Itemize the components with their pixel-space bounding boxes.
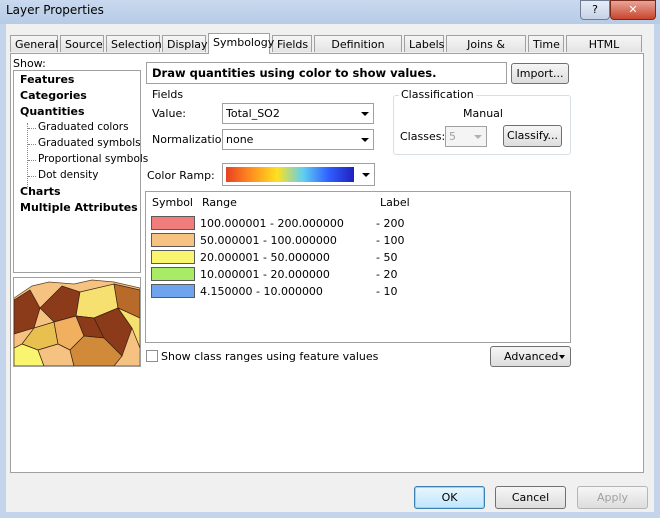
- range-cell: 4.150000 - 10.000000: [200, 285, 323, 298]
- value-label: Value:: [152, 107, 186, 120]
- show-label: Show:: [13, 57, 46, 70]
- advanced-button[interactable]: Advanced: [490, 346, 571, 367]
- table-row[interactable]: 10.000001 - 20.000000 - 20: [146, 266, 570, 283]
- tree-item-graduated-symbols[interactable]: Graduated symbols: [28, 137, 141, 149]
- title-bar: Layer Properties ? ✕: [0, 0, 660, 24]
- close-button[interactable]: ✕: [610, 0, 656, 20]
- normalization-label: Normalization:: [152, 133, 233, 146]
- chevron-down-icon: [361, 138, 369, 142]
- table-row[interactable]: 20.000001 - 50.000000 - 50: [146, 249, 570, 266]
- show-class-ranges-label: Show class ranges using feature values: [161, 350, 379, 363]
- color-ramp-label: Color Ramp:: [147, 169, 215, 182]
- renderer-preview-map: [13, 277, 141, 367]
- tree-item-proportional-symbols[interactable]: Proportional symbols: [27, 153, 148, 165]
- symbol-swatch[interactable]: [151, 284, 195, 298]
- tree-item-quantities[interactable]: Quantities: [20, 105, 85, 118]
- value-field-select[interactable]: Total_SO2: [222, 103, 374, 124]
- table-row[interactable]: 100.000001 - 200.000000 - 200: [146, 215, 570, 232]
- apply-button[interactable]: Apply: [577, 486, 648, 509]
- tab-source[interactable]: Source: [60, 35, 104, 52]
- classify-button[interactable]: Classify...: [503, 125, 562, 147]
- tree-item-charts[interactable]: Charts: [20, 185, 61, 198]
- tab-general[interactable]: General: [10, 35, 58, 52]
- label-cell: - 100: [376, 234, 405, 247]
- fields-group-label: Fields: [152, 88, 184, 101]
- range-cell: 50.000001 - 100.000000: [200, 234, 337, 247]
- tree-item-categories[interactable]: Categories: [20, 89, 87, 102]
- range-cell: 10.000001 - 20.000000: [200, 268, 330, 281]
- tree-item-multiple-attributes[interactable]: Multiple Attributes: [20, 201, 138, 214]
- column-header-label[interactable]: Label: [380, 196, 410, 209]
- table-row[interactable]: 50.000001 - 100.000000 - 100: [146, 232, 570, 249]
- import-button[interactable]: Import...: [511, 63, 569, 84]
- renderer-description: Draw quantities using color to show valu…: [146, 62, 507, 84]
- symbol-swatch[interactable]: [151, 233, 195, 247]
- layer-properties-window: Layer Properties ? ✕ General Source Sele…: [0, 0, 660, 518]
- classes-label: Classes:: [400, 130, 446, 143]
- tab-labels[interactable]: Labels: [404, 35, 444, 52]
- classes-count-select[interactable]: 5: [445, 126, 487, 147]
- classification-group-label: Classification: [399, 88, 476, 101]
- classes-count-text: 5: [449, 130, 456, 143]
- tab-html-popup[interactable]: HTML Popup: [566, 35, 642, 68]
- advanced-button-label: Advanced: [504, 350, 559, 363]
- symbol-swatch[interactable]: [151, 250, 195, 264]
- classification-method: Manual: [463, 107, 503, 120]
- chevron-down-icon: [361, 112, 369, 116]
- label-cell: - 10: [376, 285, 398, 298]
- help-button[interactable]: ?: [580, 0, 610, 20]
- chevron-down-icon: [559, 355, 565, 359]
- label-cell: - 20: [376, 268, 398, 281]
- tab-selection[interactable]: Selection: [106, 35, 162, 52]
- chevron-down-icon: [362, 173, 370, 177]
- normalization-field-text: none: [226, 133, 254, 146]
- color-ramp-select[interactable]: [222, 163, 375, 186]
- column-header-range[interactable]: Range: [202, 196, 237, 209]
- value-field-text: Total_SO2: [226, 107, 280, 120]
- tree-item-dot-density[interactable]: Dot density: [27, 169, 98, 181]
- table-row[interactable]: 4.150000 - 10.000000 - 10: [146, 283, 570, 300]
- symbol-swatch[interactable]: [151, 216, 195, 230]
- class-breaks-table: Symbol Range Label 100.000001 - 200.0000…: [145, 191, 571, 343]
- cancel-button[interactable]: Cancel: [495, 486, 566, 509]
- tree-item-graduated-colors[interactable]: Graduated colors: [28, 121, 129, 133]
- range-cell: 100.000001 - 200.000000: [200, 217, 344, 230]
- normalization-field-select[interactable]: none: [222, 129, 374, 150]
- label-cell: - 50: [376, 251, 398, 264]
- tree-item-features[interactable]: Features: [20, 73, 74, 86]
- tab-display[interactable]: Display: [162, 35, 208, 52]
- ok-button[interactable]: OK: [414, 486, 485, 509]
- column-header-symbol[interactable]: Symbol: [152, 196, 193, 209]
- tab-joins-relates[interactable]: Joins & Relates: [446, 35, 526, 68]
- tab-definition-query[interactable]: Definition Query: [314, 35, 402, 68]
- tab-symbology[interactable]: Symbology: [208, 33, 274, 54]
- window-title: Layer Properties: [6, 3, 104, 17]
- label-cell: - 200: [376, 217, 405, 230]
- show-class-ranges-checkbox[interactable]: [146, 350, 158, 362]
- chevron-down-icon: [474, 135, 482, 139]
- tab-time[interactable]: Time: [528, 35, 564, 52]
- symbol-swatch[interactable]: [151, 267, 195, 281]
- range-cell: 20.000001 - 50.000000: [200, 251, 330, 264]
- tab-fields[interactable]: Fields: [272, 35, 312, 52]
- tree-connector: [27, 123, 28, 187]
- color-ramp-swatch: [226, 167, 354, 182]
- renderer-tree: Features Categories Quantities Graduated…: [13, 70, 148, 273]
